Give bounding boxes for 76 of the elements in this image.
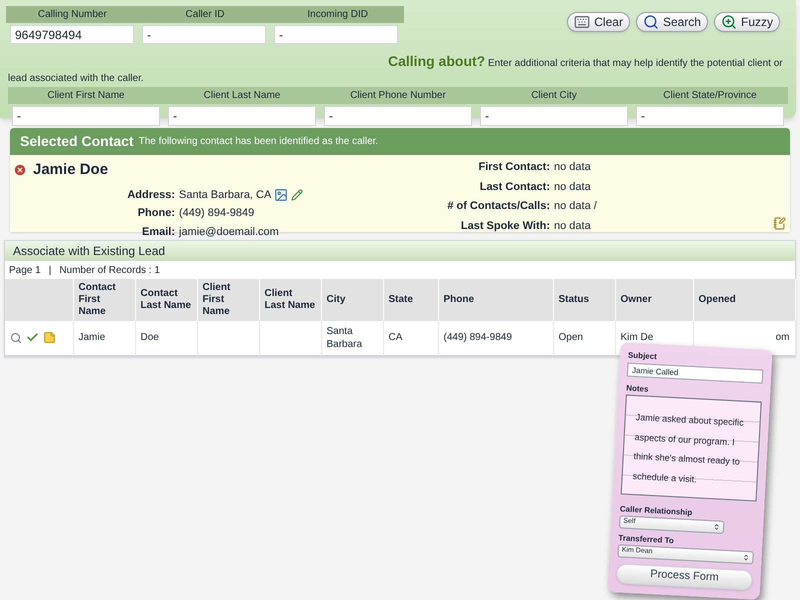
- table-cell: Jamie: [78, 332, 106, 344]
- field-label: Client Last Name: [202, 89, 282, 103]
- form-label: Notes: [626, 382, 650, 396]
- column-header: Contact First Name: [73, 279, 135, 321]
- column-header: Contact Last Name: [135, 279, 197, 321]
- field-label: Incoming DID: [306, 8, 369, 22]
- form-label: Transferred To: [618, 532, 675, 546]
- pencil-icon[interactable]: [291, 188, 304, 201]
- table-cell: om: [776, 332, 790, 344]
- field-label: Client City: [530, 89, 578, 103]
- table-cell: (449) 894-9849: [444, 332, 512, 344]
- text-input[interactable]: -: [480, 106, 628, 126]
- remove-icon[interactable]: [13, 163, 27, 178]
- text-input[interactable]: -: [142, 25, 266, 44]
- field-label: Calling Number: [36, 8, 108, 22]
- field-label: Client First Name: [46, 89, 126, 103]
- process-form-button[interactable]: Process Form: [616, 562, 753, 590]
- detail-value: (449) 894-9849: [179, 206, 254, 221]
- search-icon[interactable]: [10, 332, 22, 344]
- history-label: Last Contact:: [478, 180, 550, 194]
- column-header: Status: [553, 279, 615, 321]
- text-input[interactable]: -: [324, 106, 472, 126]
- detail-label: Email:: [140, 224, 175, 240]
- field-label: Caller ID: [184, 8, 226, 22]
- edit-note-icon[interactable]: [773, 217, 786, 230]
- calling-about-text: Calling about? Enter additional criteria that may help identify the potential client or lead associated with the caller.: [7, 54, 784, 86]
- note-icon[interactable]: [43, 331, 56, 344]
- form-label: Caller Relationship: [620, 502, 694, 518]
- table-cell: CA: [388, 332, 402, 344]
- history-value: no data: [554, 218, 591, 234]
- column-header: Opened: [693, 279, 795, 321]
- select-arrows-icon: [742, 553, 750, 561]
- toolbar-button[interactable]: Clear: [567, 12, 630, 32]
- table-cell: Doe: [140, 332, 159, 344]
- field-label: Client Phone Number: [349, 89, 447, 103]
- column-header: Client First Name: [197, 279, 259, 321]
- toolbar-button[interactable]: Search: [636, 12, 708, 32]
- column-header: Phone: [438, 279, 553, 321]
- column-header: State: [383, 279, 438, 321]
- select-arrows-icon: [712, 522, 720, 530]
- panel-title: Selected Contact: [20, 132, 134, 151]
- text-input[interactable]: 9649798494: [10, 25, 134, 44]
- history-label: Last Spoke With:: [460, 218, 550, 234]
- table-cell: Open: [558, 332, 583, 344]
- column-header: City: [321, 279, 383, 321]
- table-cell: Kim De: [620, 332, 654, 344]
- column-header: Client Last Name: [259, 279, 321, 321]
- separator: |: [48, 264, 52, 278]
- panel-title: Associate with Existing Lead: [13, 243, 166, 260]
- detail-value: jamie@doemail.com: [179, 224, 279, 240]
- field-label: Client State/Province: [662, 89, 758, 103]
- record-count: Number of Records : 1: [59, 264, 160, 278]
- keyboard-icon: [574, 14, 590, 30]
- history-label: # of Contacts/Calls:: [446, 199, 550, 214]
- column-header: Owner: [615, 279, 693, 321]
- subject-input[interactable]: Jamie Called: [626, 362, 764, 384]
- page-indicator: Page 1: [9, 264, 41, 278]
- detail-label: Phone:: [136, 206, 175, 221]
- toolbar-button[interactable]: Fuzzy: [714, 12, 780, 32]
- text-input[interactable]: -: [168, 106, 316, 126]
- table-cell: Santa Barbara: [326, 326, 362, 350]
- search-icon: [642, 14, 659, 30]
- text-input[interactable]: -: [12, 106, 160, 126]
- history-label: First Contact:: [478, 160, 550, 175]
- panel-subtitle: The following contact has been identified as the caller.: [138, 135, 378, 149]
- form-label: Subject: [628, 350, 658, 364]
- history-value: no data: [554, 160, 591, 175]
- text-input[interactable]: -: [274, 25, 398, 44]
- notes-textarea[interactable]: Jamie asked about specific aspects of our program. I think she's almost ready to schedule a visit.: [620, 394, 762, 502]
- detail-label: Address:: [126, 188, 175, 202]
- contact-name: Jamie Doe: [33, 160, 108, 180]
- history-value: no data: [554, 180, 591, 194]
- history-value: no data /: [554, 199, 597, 214]
- zoom-in-icon: [720, 14, 737, 30]
- detail-value: Santa Barbara, CA: [179, 188, 272, 202]
- text-input[interactable]: -: [636, 106, 784, 126]
